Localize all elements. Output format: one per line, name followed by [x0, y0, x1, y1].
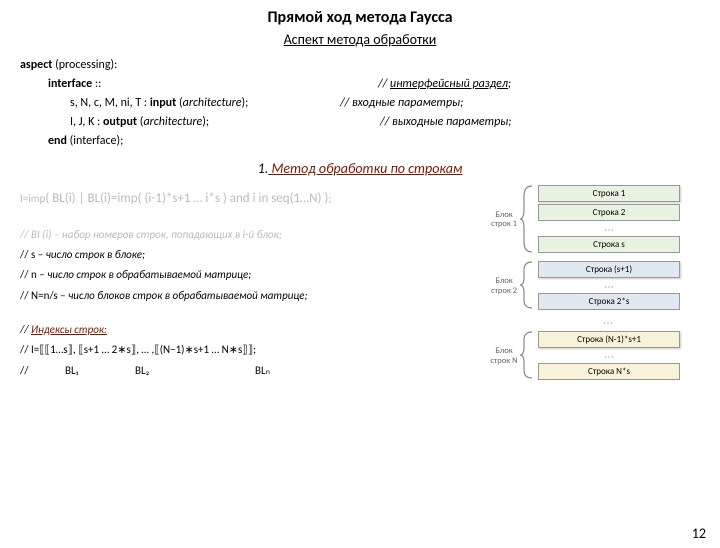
input-line: s, N, c, M, ni, T : input (architecture)…	[70, 96, 700, 110]
bln: BLₙ	[255, 364, 270, 378]
output-params: I, J, K :	[70, 115, 103, 129]
content-body: aspect (processing): interface :: // инт…	[0, 58, 720, 388]
block-label-n: Блокстрок N	[490, 347, 518, 366]
aspect-kw: aspect	[20, 58, 52, 72]
row-label: Строка 2	[538, 204, 680, 221]
block-group-1: Блокстрок 1 Строка 1 Строка 2 ⋯ Строка s	[490, 185, 680, 255]
ellipsis-icon: ⋯	[538, 223, 680, 236]
interface-kw: interface	[48, 77, 92, 91]
block-group-n: Блокстрок N Строка (N-1)*s+1 ⋯ Строка N*…	[490, 331, 680, 382]
ellipsis-icon: ⋯	[538, 350, 680, 363]
page-subtitle: Аспект метода обработки	[0, 31, 720, 48]
indexes-line: // I=⟦⟦1…s⟧, ⟦s+1 … 2∗s⟧, … ,⟦(N−1)∗s+1 …	[20, 343, 480, 357]
note-nn: // N=n/s – число блоков строк в обрабаты…	[20, 289, 480, 303]
ellipsis-icon: ⋯	[538, 280, 680, 293]
block-diagram: Блокстрок 1 Строка 1 Строка 2 ⋯ Строка s…	[490, 185, 680, 388]
bl2: BL₂	[135, 364, 255, 378]
ellipsis-icon: ⋯	[536, 316, 680, 329]
page-title: Прямой ход метода Гаусса	[0, 8, 720, 27]
bl1: BL₁	[65, 364, 135, 378]
left-column: I=imp( BL(i) | BL(i)=imp( (i-1)*s+1 … i*…	[20, 185, 480, 388]
aspect-line: aspect (processing):	[20, 58, 700, 72]
output-kw: output	[103, 115, 137, 129]
aspect-rest: (processing):	[52, 58, 117, 72]
bl-labels: // BL₁ BL₂ BLₙ	[20, 364, 480, 378]
row-label: Строка 1	[538, 185, 680, 202]
row-label: Строка N*s	[538, 363, 680, 380]
page-number: 12	[692, 525, 706, 542]
row-label: Строка (s+1)	[538, 261, 680, 278]
row-label: Строка s	[538, 236, 680, 253]
section-title-text: Метод обработки по строкам	[271, 160, 462, 177]
section-heading: 1. Метод обработки по строкам	[20, 160, 700, 177]
row-label: Строка (N-1)*s+1	[538, 331, 680, 348]
input-comment: // входные параметры;	[340, 96, 463, 110]
brace-icon	[520, 332, 538, 381]
end-kw: end	[48, 134, 67, 148]
note-n: // n – число строк в обрабатываемой матр…	[20, 268, 480, 282]
brace-icon	[520, 186, 538, 255]
interface-rest: ::	[92, 77, 101, 91]
imp-line: I=imp( BL(i) | BL(i)=imp( (i-1)*s+1 … i*…	[20, 191, 480, 208]
row-label: Строка 2*s	[538, 293, 680, 310]
output-line: I, J, K : output (architecture); // выхо…	[70, 115, 700, 129]
end-line: end (interface);	[48, 134, 700, 148]
end-rest: (interface);	[67, 134, 123, 148]
section-num: 1.	[258, 160, 269, 177]
brace-icon	[520, 262, 538, 311]
note-bi: // BI (i) – набор номеров строк, попадаю…	[20, 228, 480, 242]
input-params: s, N, c, M, ni, T :	[70, 96, 150, 110]
block-label-2: Блокстрок 2	[490, 277, 518, 296]
indexes-heading: // Индексы строк:	[20, 323, 480, 337]
interface-line: interface :: // интерфейсный раздел;	[48, 77, 700, 91]
note-s: // s – число строк в блоке;	[20, 248, 480, 262]
block-group-2: Блокстрок 2 Строка (s+1) ⋯ Строка 2*s	[490, 261, 680, 312]
output-comment: // выходные параметры;	[380, 115, 511, 129]
block-label-1: Блокстрок 1	[490, 211, 518, 230]
interface-comment: // интерфейсный раздел;	[378, 77, 511, 91]
input-kw: input	[150, 96, 176, 110]
